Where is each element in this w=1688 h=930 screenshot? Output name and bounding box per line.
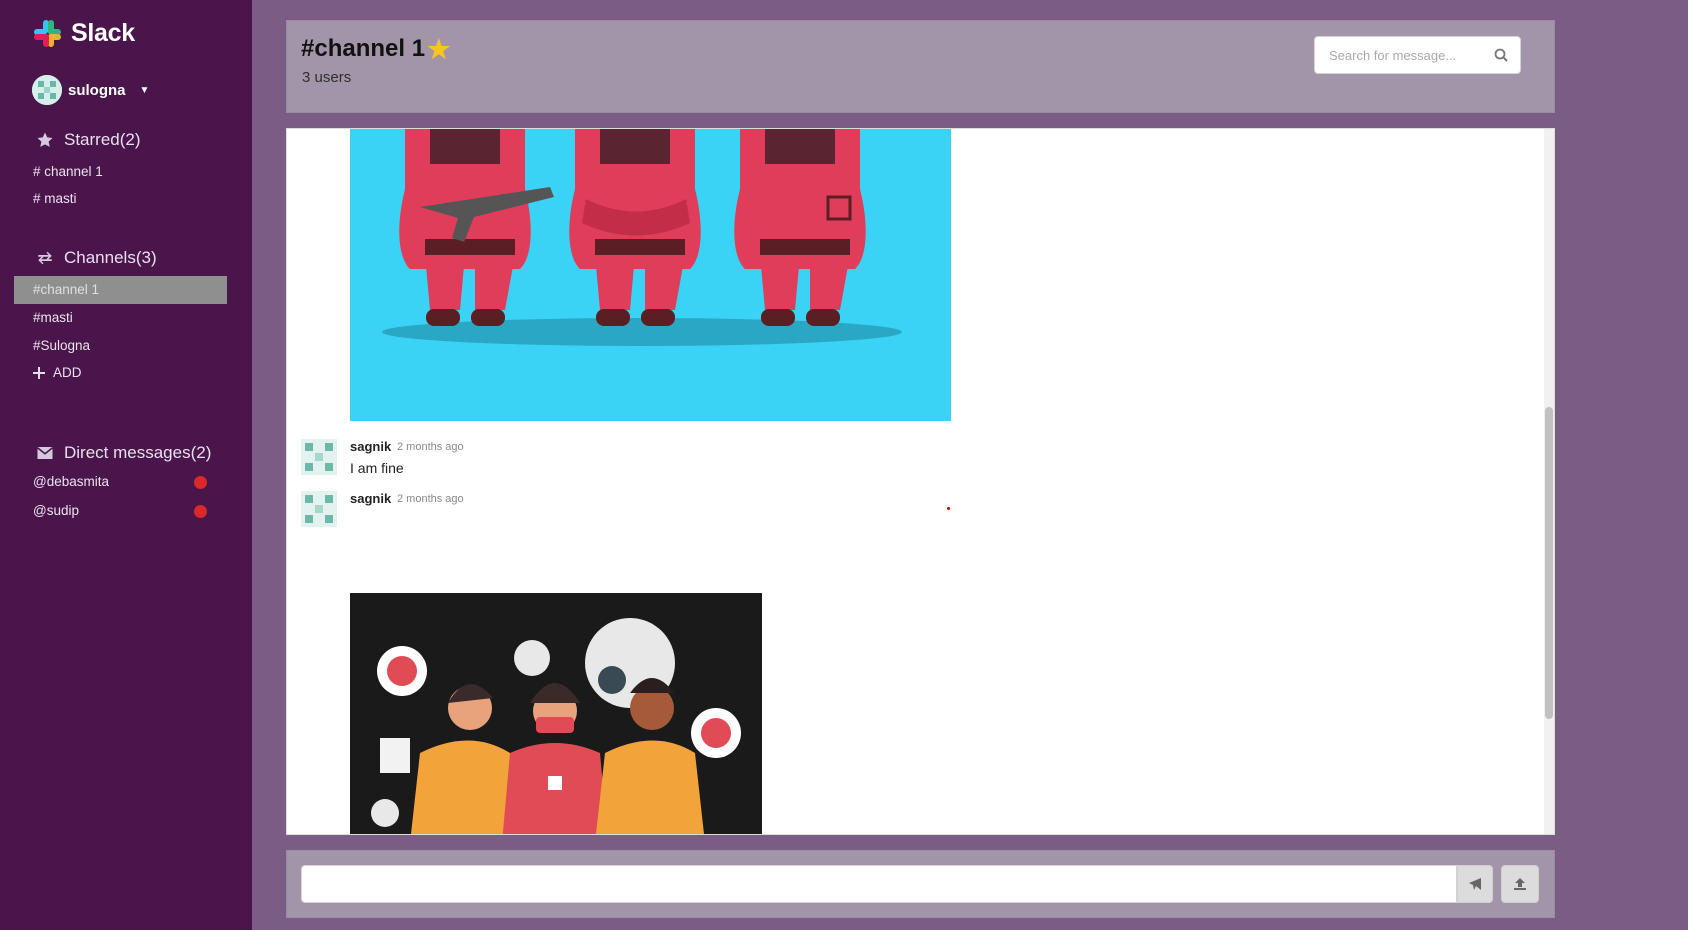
status-dot — [194, 476, 207, 489]
status-dot — [194, 505, 207, 518]
user-avatar — [32, 75, 62, 105]
envelope-icon — [37, 447, 53, 459]
channel-header: #channel 1 ★ 3 users — [286, 20, 1555, 113]
caret-down-icon: ▼ — [139, 84, 150, 96]
messages-panel[interactable]: sagnik 2 months ago I am fine sagnik 2 m… — [286, 128, 1555, 835]
starred-item-masti[interactable]: # masti — [14, 185, 227, 213]
message-time: 2 months ago — [397, 441, 464, 453]
starred-item-channel-1[interactable]: # channel 1 — [14, 158, 227, 186]
user-name: sulogna — [68, 81, 126, 99]
user-menu[interactable]: sulogna ▼ — [32, 75, 149, 105]
dm-item-sudip[interactable]: @sudip — [14, 497, 227, 525]
brand[interactable]: Slack — [32, 18, 135, 49]
message-text: I am fine — [350, 460, 404, 476]
loading-dot — [947, 507, 950, 510]
channels-title: Channels(3) — [64, 248, 157, 267]
message-image-covid[interactable] — [350, 593, 762, 834]
channels-header: Channels(3) — [36, 248, 157, 268]
message-avatar[interactable] — [301, 491, 337, 527]
dm-item-label: @debasmita — [33, 474, 109, 489]
dm-item-debasmita[interactable]: @debasmita — [14, 468, 227, 496]
direct-messages-title: Direct messages(2) — [64, 443, 212, 462]
search-box[interactable] — [1314, 36, 1521, 74]
slack-logo-icon — [32, 18, 63, 49]
search-icon[interactable] — [1494, 48, 1508, 62]
add-channel-button[interactable]: ADD — [14, 359, 227, 387]
channel-item-sulogna[interactable]: #Sulogna — [14, 332, 227, 360]
channel-title: #channel 1 ★ — [301, 35, 450, 63]
starred-header: Starred(2) — [36, 130, 141, 150]
message-composer — [286, 850, 1555, 918]
search-input[interactable] — [1315, 47, 1485, 63]
dm-item-label: @sudip — [33, 503, 79, 518]
paper-plane-icon — [1469, 878, 1481, 890]
scrollbar-thumb[interactable] — [1545, 407, 1553, 719]
channel-title-text: #channel 1 — [301, 35, 426, 62]
message-image-guards[interactable] — [350, 129, 951, 421]
message-input[interactable] — [301, 865, 1457, 903]
send-button[interactable] — [1457, 865, 1493, 903]
starred-title: Starred(2) — [64, 130, 141, 149]
plus-icon — [33, 367, 45, 379]
app-title: Slack — [71, 19, 135, 47]
channel-item-masti[interactable]: #masti — [14, 304, 227, 332]
message-time: 2 months ago — [397, 493, 464, 505]
sidebar: Slack sulogna ▼ Starred(2) # channel 1 #… — [0, 0, 252, 930]
upload-icon — [1514, 878, 1526, 890]
add-channel-label: ADD — [53, 365, 82, 380]
upload-button[interactable] — [1501, 865, 1539, 903]
star-icon[interactable]: ★ — [427, 36, 450, 62]
direct-messages-header: Direct messages(2) — [36, 443, 211, 463]
exchange-icon — [38, 251, 52, 265]
message-author[interactable]: sagnik — [350, 491, 391, 506]
message-author[interactable]: sagnik — [350, 439, 391, 454]
user-count: 3 users — [302, 69, 352, 86]
message-avatar[interactable] — [301, 439, 337, 475]
messages-scrollbar[interactable] — [1544, 129, 1554, 834]
channel-item-channel-1[interactable]: #channel 1 — [14, 276, 227, 304]
star-icon — [37, 132, 53, 147]
